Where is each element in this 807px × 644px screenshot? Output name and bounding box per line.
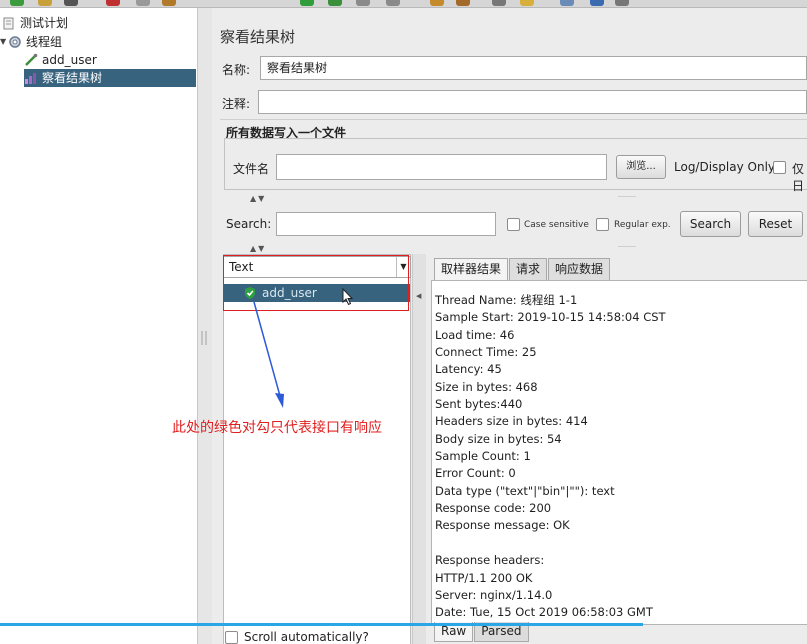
toolbar-icon[interactable] <box>520 0 534 6</box>
scroll-auto-label: Scroll automatically? <box>244 630 369 644</box>
splitter[interactable] <box>198 8 212 644</box>
toolbar-icon[interactable] <box>560 0 574 6</box>
pipette-icon <box>24 53 38 67</box>
filename-field[interactable] <box>276 154 607 180</box>
result-line: Data type ("text"|"bin"|""): text <box>435 483 615 498</box>
result-line: Error Count: 0 <box>435 466 516 481</box>
search-input[interactable] <box>276 212 496 236</box>
result-line: Response message: OK <box>435 518 570 533</box>
collapse-left-icon[interactable]: ◀ <box>416 292 421 300</box>
tree-item-label: 测试计划 <box>20 16 69 30</box>
toolbar-icon[interactable] <box>590 0 604 6</box>
errors-only-checkbox[interactable] <box>773 161 786 174</box>
result-line: Response headers: <box>435 553 545 568</box>
toolbar-icon[interactable] <box>615 0 629 6</box>
toolbar-icon[interactable] <box>300 0 314 6</box>
toolbar-icon[interactable] <box>38 0 52 6</box>
result-line <box>435 535 807 552</box>
collapse-arrows[interactable]: ▲▼ <box>250 244 266 253</box>
result-line: Sample Count: 1 <box>435 449 531 464</box>
result-line: Body size in bytes: 54 <box>435 431 562 446</box>
result-line: Sent bytes:440 <box>435 397 523 412</box>
toolbar-icon[interactable] <box>386 0 400 6</box>
annotation-box <box>223 255 409 311</box>
regex-checkbox[interactable] <box>596 218 609 231</box>
toolbar-icon[interactable] <box>430 0 444 6</box>
result-line: Response code: 200 <box>435 501 552 516</box>
toolbar-icon[interactable] <box>492 0 506 6</box>
toolbar-icon[interactable] <box>356 0 370 6</box>
page-title: 察看结果树 <box>220 28 296 46</box>
search-label: Search: <box>226 217 272 231</box>
case-sensitive-label: Case sensitive <box>524 220 589 230</box>
test-plan-tree: 测试计划 ▼ 线程组 add_user 察看结果树 <box>0 8 198 644</box>
result-line: Date: Tue, 15 Oct 2019 06:58:03 GMT <box>435 605 653 620</box>
result-line: Latency: 45 <box>435 362 502 377</box>
divider <box>220 119 807 120</box>
tree-item-test-plan[interactable]: 测试计划 <box>2 14 68 32</box>
expand-arrow-icon[interactable]: ▼ <box>0 33 8 51</box>
result-line: Size in bytes: 468 <box>435 379 538 394</box>
toolbar-icon[interactable] <box>10 0 24 6</box>
result-line: Headers size in bytes: 414 <box>435 414 588 429</box>
divider <box>618 246 636 247</box>
toolbar-icon[interactable] <box>64 0 78 6</box>
scroll-auto-checkbox[interactable] <box>225 631 238 644</box>
tab-sampler-result[interactable]: 取样器结果 <box>434 258 509 280</box>
comment-label: 注释: <box>222 97 251 111</box>
tree-item-view-results-tree[interactable]: 察看结果树 <box>24 69 196 87</box>
tree-item-label: add_user <box>42 53 97 67</box>
name-field[interactable]: 察看结果树 <box>260 56 807 80</box>
result-line: Connect Time: 25 <box>435 345 537 360</box>
tree-item-label: 线程组 <box>26 35 63 49</box>
test-plan-icon <box>2 16 16 30</box>
toolbar-icon[interactable] <box>162 0 176 6</box>
annotation-text: 此处的绿色对勾只代表接口有响应 <box>172 420 382 436</box>
video-progress-bar[interactable] <box>0 623 643 626</box>
sampler-result-text: Thread Name: 线程组 1-1 Sample Start: 2019-… <box>431 280 807 625</box>
result-line: Thread Name: 线程组 1-1 <box>435 293 578 307</box>
tab-request[interactable]: 请求 <box>509 258 548 280</box>
toolbar <box>0 0 807 8</box>
reset-button[interactable]: Reset <box>748 211 803 237</box>
toolbar-icon[interactable] <box>456 0 470 6</box>
toolbar-icon[interactable] <box>106 0 120 6</box>
tree-item-label: 察看结果树 <box>42 71 103 85</box>
search-button[interactable]: Search <box>680 211 741 237</box>
tree-item-thread-group[interactable]: ▼ 线程组 <box>0 33 62 51</box>
results-list <box>223 254 411 644</box>
collapse-arrows[interactable]: ▲▼ <box>250 194 266 203</box>
toolbar-icon[interactable] <box>328 0 342 6</box>
browse-button[interactable]: 浏览... <box>616 155 666 179</box>
result-line: Server: nginx/1.14.0 <box>435 587 553 602</box>
divider <box>618 196 636 197</box>
gear-icon <box>8 35 22 49</box>
toolbar-icon[interactable] <box>136 0 150 6</box>
name-label: 名称: <box>222 63 251 77</box>
filename-label: 文件名 <box>233 162 270 176</box>
result-line: HTTP/1.1 200 OK <box>435 570 533 585</box>
splitter-grip[interactable] <box>201 331 207 345</box>
results-scrollbar[interactable]: ◀ <box>412 254 426 644</box>
chart-icon <box>24 71 38 85</box>
tree-item-add-user[interactable]: add_user <box>24 51 97 69</box>
tab-response-data[interactable]: 响应数据 <box>548 258 611 280</box>
result-line: Load time: 46 <box>435 327 515 342</box>
case-sensitive-checkbox[interactable] <box>507 218 520 231</box>
errors-only-label: 仅日 <box>792 162 805 193</box>
results-tree-panel: 察看结果树 名称: 察看结果树 注释: 所有数据写入一个文件 文件名 浏览...… <box>212 8 807 644</box>
log-display-label: Log/Display Only: <box>674 160 779 174</box>
detail-tabs: 取样器结果 请求 响应数据 <box>434 258 611 280</box>
result-line: Sample Start: 2019-10-15 14:58:04 CST <box>435 310 666 325</box>
regex-label: Regular exp. <box>614 220 671 230</box>
comment-field[interactable] <box>258 90 807 114</box>
